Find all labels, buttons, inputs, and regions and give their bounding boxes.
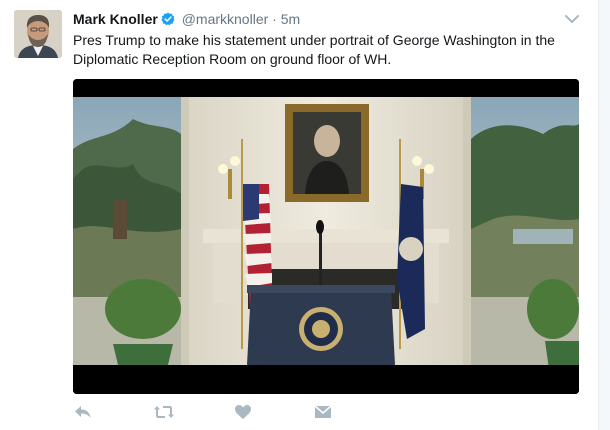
tweet-text: Pres Trump to make his statement under p… [73, 32, 555, 67]
chevron-down-icon[interactable] [564, 12, 580, 24]
page-scroll-edge [598, 0, 610, 430]
retweet-icon[interactable] [153, 402, 177, 426]
author-name[interactable]: Mark Knoller [73, 11, 158, 27]
tweet-header: Mark Knoller @markknoller · 5m [73, 11, 300, 29]
verified-badge-icon [161, 12, 175, 29]
reply-icon[interactable] [73, 402, 97, 426]
avatar[interactable] [14, 10, 62, 58]
separator-dot: · [272, 11, 277, 27]
heart-icon[interactable] [233, 402, 257, 426]
tweet-actions [73, 402, 373, 426]
envelope-icon[interactable] [313, 402, 337, 426]
tweet-timestamp[interactable]: 5m [281, 11, 300, 27]
author-handle[interactable]: @markknoller [182, 11, 269, 27]
tweet-media-video[interactable] [73, 79, 579, 394]
